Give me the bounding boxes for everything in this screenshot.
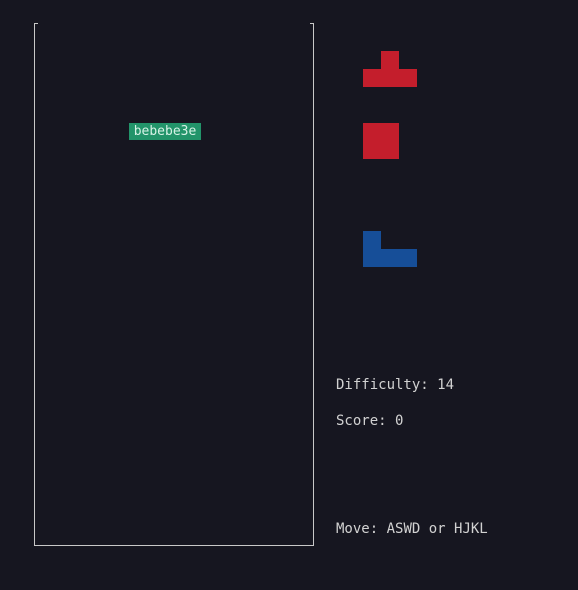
preview-cell <box>363 249 381 267</box>
preview-cell <box>381 69 399 87</box>
preview-cell <box>399 249 417 267</box>
j-tetromino-icon <box>363 231 417 267</box>
o-tetromino-icon <box>363 123 399 159</box>
playfield-corner-left <box>34 23 38 24</box>
playfield: bebebe3e <box>34 23 314 546</box>
playfield-corner-right <box>310 23 314 24</box>
score-label: Score: <box>336 413 387 429</box>
preview-cell <box>381 141 399 159</box>
preview-cell <box>363 69 381 87</box>
difficulty-label: Difficulty: <box>336 377 429 393</box>
preview-cell <box>381 249 399 267</box>
difficulty-value: 14 <box>437 377 455 393</box>
preview-cell <box>363 123 381 141</box>
controls-hint: Move: ASWD or HJKL <box>336 520 488 538</box>
preview-cell <box>381 123 399 141</box>
preview-cell <box>363 231 381 249</box>
preview-cell <box>363 141 381 159</box>
preview-cell <box>399 69 417 87</box>
active-piece: bebebe3e <box>129 123 201 140</box>
difficulty-readout: Difficulty: 14 <box>336 376 454 394</box>
score-value: 0 <box>395 413 404 429</box>
score-readout: Score: 0 <box>336 412 403 430</box>
controls-label: Move: <box>336 521 379 537</box>
game-screen: bebebe3e Difficulty: 14 Score: 0 Move: A… <box>0 0 578 590</box>
t-tetromino-icon <box>363 51 417 87</box>
preview-cell <box>381 51 399 69</box>
controls-value: ASWD or HJKL <box>386 521 488 537</box>
